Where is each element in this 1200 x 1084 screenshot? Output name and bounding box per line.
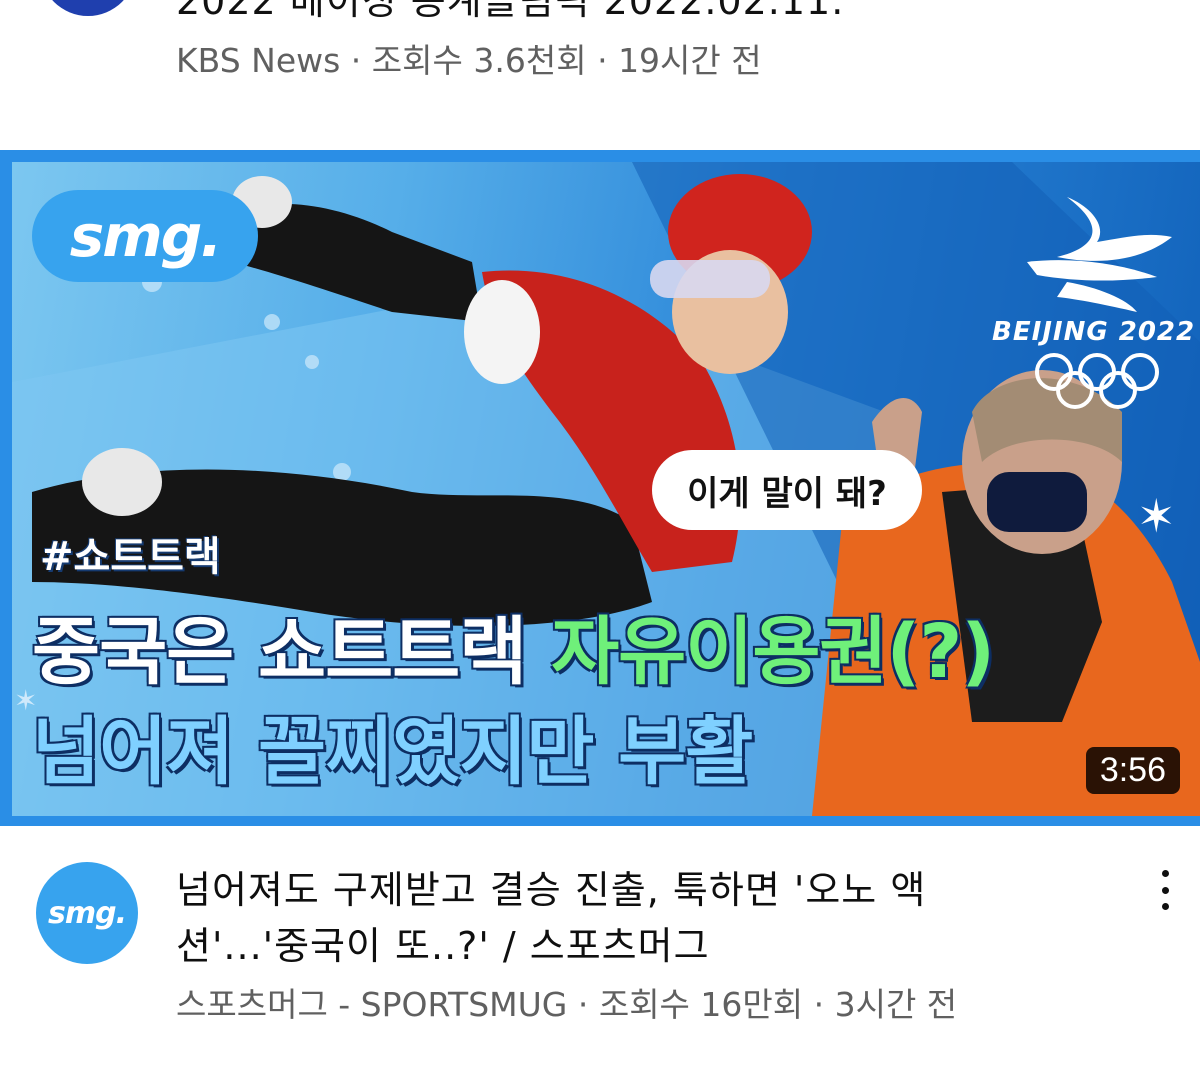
beijing-2022-text: BEIJING 2022 xyxy=(992,317,1196,347)
svg-text:✶: ✶ xyxy=(1137,489,1176,543)
smg-logo: smg. xyxy=(32,190,258,282)
channel-avatar[interactable]: smg. xyxy=(36,862,138,964)
thumbnail-headline-line2: 넘어져 꼴찌였지만 부활 xyxy=(32,709,753,795)
thumbnail-headline-line1: 중국은 쇼트트랙 자유이용권(?) xyxy=(32,609,995,695)
speech-bubble: 이게 말이 돼? xyxy=(652,450,922,530)
more-vertical-icon[interactable] xyxy=(1150,870,1180,910)
channel-name[interactable]: 스포츠머그 - SPORTSMUG xyxy=(176,985,567,1024)
thumbnail-hashtag: #쇼트트랙 xyxy=(40,534,221,580)
beijing-2022-emblem-icon xyxy=(1027,197,1172,312)
view-count: 조회수 16만회 xyxy=(598,985,804,1024)
previous-video-meta: KBS News · 조회수 3.6천회 · 19시간 전 xyxy=(176,41,762,80)
upload-age: 3시간 전 xyxy=(834,985,958,1024)
duration-badge: 3:56 xyxy=(1085,747,1180,794)
previous-channel-avatar[interactable] xyxy=(40,0,136,16)
previous-view-count: 조회수 3.6천회 xyxy=(371,41,587,80)
previous-video-title[interactable]: 2022 베이징 동계올림픽 2022.02.11. xyxy=(176,0,844,25)
previous-upload-age: 19시간 전 xyxy=(618,41,762,80)
thumbnail-image: ✶ ✶ smg. BEIJING 2022 이게 말이 돼? #쇼트트랙 중국은… xyxy=(12,162,1200,816)
video-thumbnail[interactable]: ✶ ✶ smg. BEIJING 2022 이게 말이 돼? #쇼트트랙 중국은… xyxy=(0,150,1200,826)
olympic-rings-icon xyxy=(1035,353,1159,409)
video-meta: 스포츠머그 - SPORTSMUG · 조회수 16만회 · 3시간 전 xyxy=(176,985,958,1024)
video-title[interactable]: 넘어져도 구제받고 결승 진출, 툭하면 '오노 액션'...'중국이 또..?… xyxy=(176,862,1036,974)
previous-channel-name: KBS News xyxy=(176,41,341,80)
